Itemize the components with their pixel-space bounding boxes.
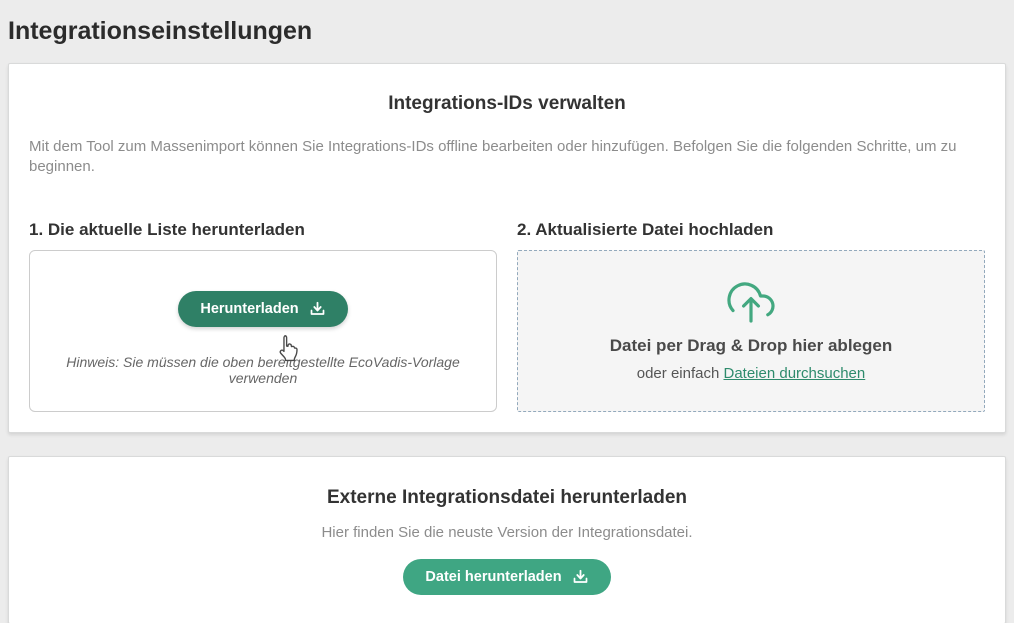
step1-heading: 1. Die aktuelle Liste herunterladen xyxy=(29,219,497,241)
download-icon xyxy=(309,301,326,317)
download-file-button-label: Datei herunterladen xyxy=(425,569,561,585)
steps-columns: 1. Die aktuelle Liste herunterladen Heru… xyxy=(29,177,985,412)
step1-column: 1. Die aktuelle Liste herunterladen Heru… xyxy=(29,177,497,412)
manage-card-heading: Integrations-IDs verwalten xyxy=(29,91,985,117)
dropzone-prefix: oder einfach xyxy=(637,365,724,382)
download-icon xyxy=(572,569,589,585)
download-file-button[interactable]: Datei herunterladen xyxy=(403,559,610,595)
download-list-button[interactable]: Herunterladen xyxy=(178,291,347,327)
external-card-heading: Externe Integrationsdatei herunterladen xyxy=(29,485,985,511)
manage-integration-ids-card: Integrations-IDs verwalten Mit dem Tool … xyxy=(8,63,1006,433)
step2-column: 2. Aktualisierte Datei hochladen Datei p… xyxy=(517,177,985,412)
external-card-description: Hier finden Sie die neuste Version der I… xyxy=(29,523,985,543)
page-title: Integrationseinstellungen xyxy=(8,14,1006,48)
integration-settings-page: Integrationseinstellungen Integrations-I… xyxy=(0,14,1014,623)
external-integration-file-card: Externe Integrationsdatei herunterladen … xyxy=(8,456,1006,623)
cloud-upload-icon xyxy=(722,280,780,326)
step2-heading: 2. Aktualisierte Datei hochladen xyxy=(517,219,985,241)
browse-files-link[interactable]: Dateien durchsuchen xyxy=(723,365,865,382)
step1-download-box: Herunterladen Hinweis: Sie müssen die ob… xyxy=(29,250,497,412)
file-dropzone[interactable]: Datei per Drag & Drop hier ablegen oder … xyxy=(517,250,985,412)
template-hint-text: Hinweis: Sie müssen die oben bereitgeste… xyxy=(30,354,496,386)
manage-card-description: Mit dem Tool zum Massenimport können Sie… xyxy=(29,137,985,177)
dropzone-subtext: oder einfach Dateien durchsuchen xyxy=(637,365,866,382)
dropzone-title: Datei per Drag & Drop hier ablegen xyxy=(610,336,892,356)
download-list-button-label: Herunterladen xyxy=(200,301,298,317)
